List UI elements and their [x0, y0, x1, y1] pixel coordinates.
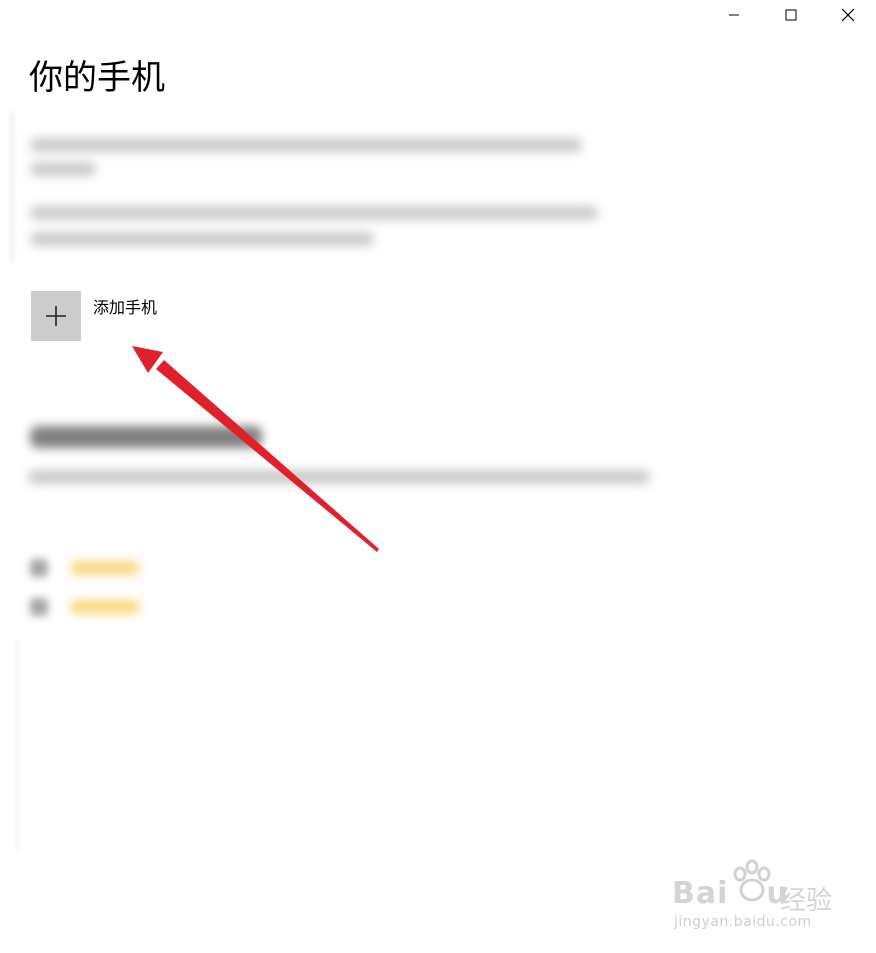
titlebar-controls	[705, 0, 876, 30]
blurred-paragraph	[28, 470, 650, 484]
blurred-link-icon	[30, 598, 48, 616]
blurred-text-line	[30, 232, 374, 246]
blurred-link-row[interactable]	[30, 557, 150, 577]
maximize-button[interactable]	[762, 0, 819, 30]
watermark-url: jingyan.baidu.com	[674, 914, 812, 930]
maximize-icon	[785, 9, 796, 21]
arrow-shaft	[156, 360, 379, 552]
blurred-link[interactable]	[70, 561, 140, 575]
page-title: 你的手机	[29, 58, 165, 98]
paw-icon	[733, 859, 771, 902]
blurred-link-icon	[30, 559, 48, 577]
minimize-button[interactable]	[705, 0, 762, 30]
watermark-product: 经验	[780, 886, 833, 916]
baidu-jingyan-watermark: Bai u 经验 jingyan.baidu.com	[672, 858, 842, 938]
blurred-text-line	[30, 162, 96, 176]
add-phone-label[interactable]: 添加手机	[93, 294, 157, 318]
blurred-text-line	[30, 138, 582, 152]
plus-icon	[46, 306, 66, 326]
blurred-description	[10, 112, 610, 262]
add-phone-button[interactable]: 添加手机	[31, 291, 157, 341]
blurred-link-row[interactable]	[30, 596, 150, 616]
close-button[interactable]	[819, 0, 876, 30]
close-icon	[841, 8, 854, 22]
add-phone-tile[interactable]	[31, 291, 81, 341]
blurred-heading	[30, 426, 262, 448]
blurred-link[interactable]	[70, 600, 140, 614]
arrow-head	[132, 346, 163, 373]
blurred-text-line	[30, 206, 598, 220]
section-edge	[10, 112, 14, 262]
left-edge-shadow	[16, 640, 19, 850]
your-phone-window: 你的手机 添加手机 Bai u 经验 jingyan.baidu.com	[0, 0, 876, 953]
minimize-icon	[728, 14, 739, 16]
